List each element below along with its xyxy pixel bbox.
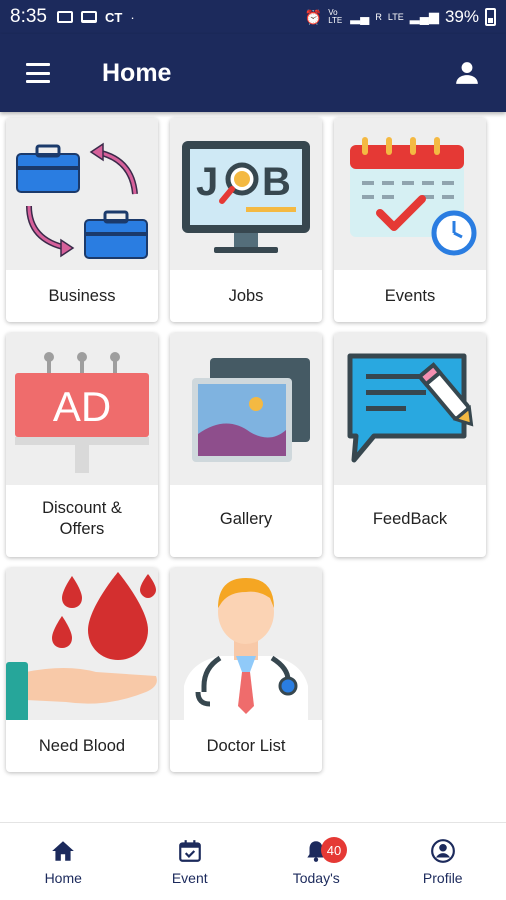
battery-icon [485, 8, 496, 26]
volte-label: Vo LTE [328, 8, 343, 25]
tile-label: Need Blood [38, 736, 126, 755]
job-monitor-icon: J B [182, 141, 310, 253]
bottom-nav: Home Event 40 Today's Profile [0, 822, 506, 900]
image-notification-icon [56, 11, 73, 23]
tile-doctor-list[interactable]: Doctor List [170, 568, 322, 772]
tile-jobs[interactable]: J B Jobs [170, 118, 322, 322]
notification-badge: 40 [321, 837, 347, 863]
tile-label: Jobs [228, 286, 264, 305]
app-bar: Home [0, 34, 506, 112]
feedback-icon [347, 353, 474, 463]
lte-label: LTE [387, 12, 404, 22]
blood-drop-icon [6, 572, 157, 720]
tile-label: FeedBack [372, 509, 448, 528]
tile-label: Gallery [219, 509, 273, 528]
signal-icon-2: ▂▄▆ [409, 9, 439, 24]
business-icon [16, 142, 148, 259]
calendar-check-icon [178, 839, 201, 862]
signal-icon-1: ▂▄ [350, 9, 370, 24]
nav-todays[interactable]: 40 Today's [253, 823, 380, 900]
home-icon [52, 840, 75, 861]
alarm-icon: ⏰ [304, 8, 323, 25]
tile-label: Discount & Offers [42, 499, 122, 538]
svg-text:J: J [196, 160, 218, 204]
nav-label: Profile [422, 869, 463, 886]
profile-icon[interactable] [454, 60, 480, 86]
svg-text:AD: AD [53, 383, 111, 430]
laptop-notification-icon [80, 11, 97, 23]
nav-home[interactable]: Home [0, 823, 127, 900]
menu-icon[interactable] [26, 63, 50, 83]
ad-billboard-icon: AD [15, 352, 149, 473]
tile-need-blood[interactable]: Need Blood [6, 568, 158, 772]
nav-profile[interactable]: Profile [380, 823, 506, 900]
tile-gallery[interactable]: Gallery [170, 333, 322, 557]
tile-events[interactable]: Events [334, 118, 486, 322]
nav-event[interactable]: Event [127, 823, 254, 900]
page-title: Home [102, 58, 172, 87]
nav-label: Event [171, 869, 208, 886]
status-bar: 8:35 CT · ⏰ Vo LTE ▂▄ R LTE ▂▄▆ 39% [0, 0, 506, 34]
tile-business[interactable]: Business [6, 118, 158, 322]
tile-label: Business [48, 286, 116, 305]
dot-icon: · [130, 9, 135, 25]
tile-label: Doctor List [206, 736, 286, 755]
tile-label: Events [384, 286, 436, 305]
roaming-label: R [375, 12, 382, 22]
nav-label: Today's [292, 869, 340, 886]
svg-text:B: B [262, 160, 291, 204]
status-time: 8:35 [10, 6, 47, 27]
tile-feedback[interactable]: FeedBack [334, 333, 486, 557]
doctor-icon [184, 578, 308, 720]
account-circle-icon [430, 838, 455, 863]
calendar-icon [350, 137, 477, 256]
tile-discount-offers[interactable]: AD Discount & Offers [6, 333, 158, 557]
carrier-label: CT [104, 9, 123, 25]
gallery-icon [192, 358, 310, 462]
battery-percent: 39% [444, 7, 479, 26]
nav-label: Home [44, 869, 82, 886]
